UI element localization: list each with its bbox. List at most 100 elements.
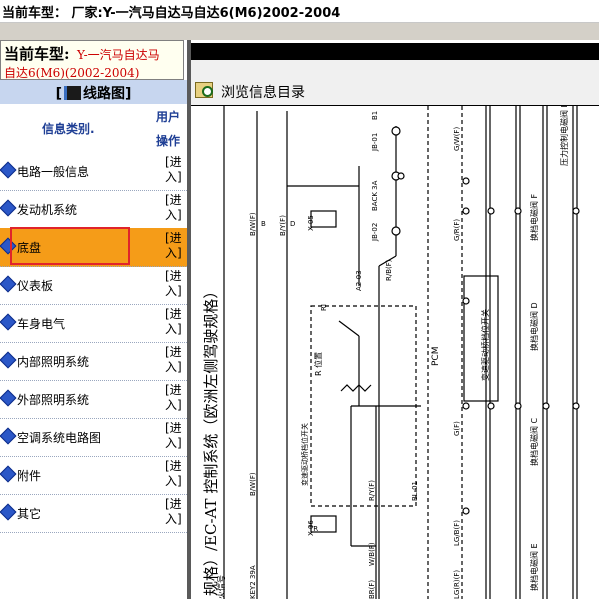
diamond-bullet-icon	[0, 503, 17, 521]
left-panel: 当前车型: Y-一汽马自达马 自达6(M6)(2002-2004) [线路图] …	[0, 40, 187, 599]
diagram-label-lgrf: LG(R)(F)	[453, 570, 461, 599]
diagram-label-key2: KEY2 39A	[249, 565, 257, 599]
category-item-label[interactable]: 发动机系统	[17, 201, 77, 218]
enter-link-line1: [进	[165, 269, 182, 283]
category-item-label[interactable]: 外部照明系统	[17, 391, 89, 408]
enter-link[interactable]: [进 入]	[165, 307, 185, 337]
diagram-label-rpos: R 位置	[313, 352, 323, 376]
category-item-label[interactable]: 其它	[17, 505, 41, 522]
diagram-label-byf: B/Y(F)	[279, 215, 287, 236]
enter-link-line1: [进	[165, 383, 182, 397]
book-icon	[64, 86, 81, 100]
category-item[interactable]: 附件 [进 入]	[0, 456, 187, 495]
enter-link[interactable]: [进 入]	[165, 269, 185, 299]
wiring-diagram: 规格）/EC-AT 控制系统（欧洲左侧驾驶规格） B1 JB-01 BACK 3…	[202, 106, 580, 599]
enter-link-line2: 入]	[165, 284, 182, 298]
diagram-label-sol-f: 换档电磁阀 F	[529, 193, 539, 241]
enter-link-line1: [进	[165, 307, 182, 321]
title-bar-text: 当前车型： 厂家:Y-一汽马自达马自达6(M6)2002-2004	[2, 6, 341, 21]
category-item[interactable]: 其它 [进 入]	[0, 494, 187, 533]
category-item-label[interactable]: 电路一般信息	[17, 163, 89, 180]
diagram-label-pcm: PCM	[431, 347, 441, 366]
enter-link-line2: 入]	[165, 170, 182, 184]
enter-link-line1: [进	[165, 497, 182, 511]
diamond-bullet-icon	[0, 351, 17, 369]
diagram-label-bwf: B/W(F)	[249, 212, 257, 236]
enter-link-line1: [进	[165, 345, 182, 359]
category-item-label[interactable]: 车身电气	[17, 315, 65, 332]
diagram-label-back3a: BACK 3A	[371, 180, 379, 211]
category-item[interactable]: 电路一般信息 [进 入]	[0, 152, 187, 191]
circuit-diagram-header[interactable]: [线路图]	[0, 80, 187, 104]
enter-link-line1: [进	[165, 459, 182, 473]
diamond-bullet-icon	[0, 161, 17, 179]
diagram-label-wbf: W/B(F)	[368, 542, 376, 566]
diagram-label-x05: X-05	[307, 215, 315, 231]
category-item-label[interactable]: 附件	[17, 467, 41, 484]
browse-catalog-link[interactable]: 浏览信息目录	[221, 82, 305, 102]
category-item-label[interactable]: 空调系统电路图	[17, 429, 101, 446]
diagram-label-x06: X-06	[307, 520, 315, 536]
diagram-label-jb01: JB-01	[371, 133, 379, 152]
enter-link[interactable]: [进 入]	[165, 193, 185, 223]
current-model-box: 当前车型: Y-一汽马自达马 自达6(M6)(2002-2004)	[0, 40, 184, 80]
enter-link[interactable]: [进 入]	[165, 231, 185, 261]
diagram-label-fire: 火信号	[216, 575, 226, 599]
diagram-label-brf: BR(F)	[368, 580, 376, 599]
diamond-bullet-icon	[0, 465, 17, 483]
category-item[interactable]: 仪表板 [进 入]	[0, 266, 187, 305]
diamond-bullet-icon	[0, 313, 17, 331]
category-item[interactable]: 内部照明系统 [进 入]	[0, 342, 187, 381]
current-model-value-line2: 自达6(M6)(2002-2004)	[4, 66, 140, 80]
enter-link-line2: 入]	[165, 398, 182, 412]
category-item[interactable]: 车身电气 [进 入]	[0, 304, 187, 343]
diagram-label-bl01: BL-01	[411, 481, 419, 501]
diagram-label-d: D	[290, 220, 295, 228]
browse-catalog-icon[interactable]	[195, 82, 213, 98]
enter-link-line2: 入]	[165, 360, 182, 374]
enter-link[interactable]: [进 入]	[165, 497, 185, 527]
toolbar-strip	[0, 23, 599, 40]
diagram-label-switch2: 变速驱动桥档位开关	[480, 309, 490, 381]
enter-link[interactable]: [进 入]	[165, 383, 185, 413]
diagram-label-sol-d: 换档电磁阀 D	[529, 302, 539, 351]
category-item[interactable]: 发动机系统 [进 入]	[0, 190, 187, 229]
diagram-label-pressure: 压力控制电磁阀 E	[559, 106, 569, 166]
circuit-header-title: 线路图	[83, 86, 125, 102]
diagram-label-rbf: R/B(F)	[385, 259, 393, 281]
diagram-label-ryf: R/Y(F)	[368, 480, 376, 501]
enter-link-line2: 入]	[165, 246, 182, 260]
column-header-user-1: 用户	[156, 110, 181, 124]
diagram-label-b1: B1	[371, 111, 379, 120]
enter-link-line1: [进	[165, 193, 182, 207]
column-header-user-2: 操作	[156, 134, 181, 148]
enter-link-line1: [进	[165, 421, 182, 435]
enter-link-line2: 入]	[165, 322, 182, 336]
diagram-label-switch: 变速驱动桥档位开关	[300, 423, 309, 486]
category-item[interactable]: 外部照明系统 [进 入]	[0, 380, 187, 419]
current-model-label: 当前车型:	[4, 45, 70, 63]
enter-link-line1: [进	[165, 155, 182, 169]
enter-link-line2: 入]	[165, 436, 182, 450]
diagram-label-jb02: JB-02	[371, 223, 379, 242]
enter-link[interactable]: [进 入]	[165, 155, 185, 185]
diamond-bullet-icon	[0, 275, 17, 293]
diagram-label-b: B	[261, 220, 266, 228]
enter-link[interactable]: [进 入]	[165, 459, 185, 489]
enter-link-line2: 入]	[165, 474, 182, 488]
diagram-label-lgbf: LG/B(F)	[453, 520, 461, 546]
diagram-label-gwf: G/W(F)	[453, 127, 461, 151]
category-item[interactable]: 空调系统电路图 [进 入]	[0, 418, 187, 457]
category-item-label[interactable]: 内部照明系统	[17, 353, 89, 370]
diagram-label-grf: G/R(F)	[453, 219, 461, 241]
diamond-bullet-icon	[0, 199, 17, 217]
title-bar: 当前车型： 厂家:Y-一汽马自达马自达6(M6)2002-2004	[0, 0, 599, 23]
circuit-header-bracket-right: ]	[125, 86, 132, 102]
diagram-label-ri: RI	[320, 304, 328, 311]
enter-link[interactable]: [进 入]	[165, 345, 185, 375]
diamond-bullet-icon	[0, 389, 17, 407]
category-item-label[interactable]: 仪表板	[17, 277, 53, 294]
content-panel: 浏览信息目录 规格）/EC-AT 控制系统（欧洲左侧驾驶规格） B1 JB-01…	[191, 40, 599, 599]
enter-link[interactable]: [进 入]	[165, 421, 185, 451]
diagram-title: 规格）/EC-AT 控制系统（欧洲左侧驾驶规格）	[202, 284, 220, 596]
